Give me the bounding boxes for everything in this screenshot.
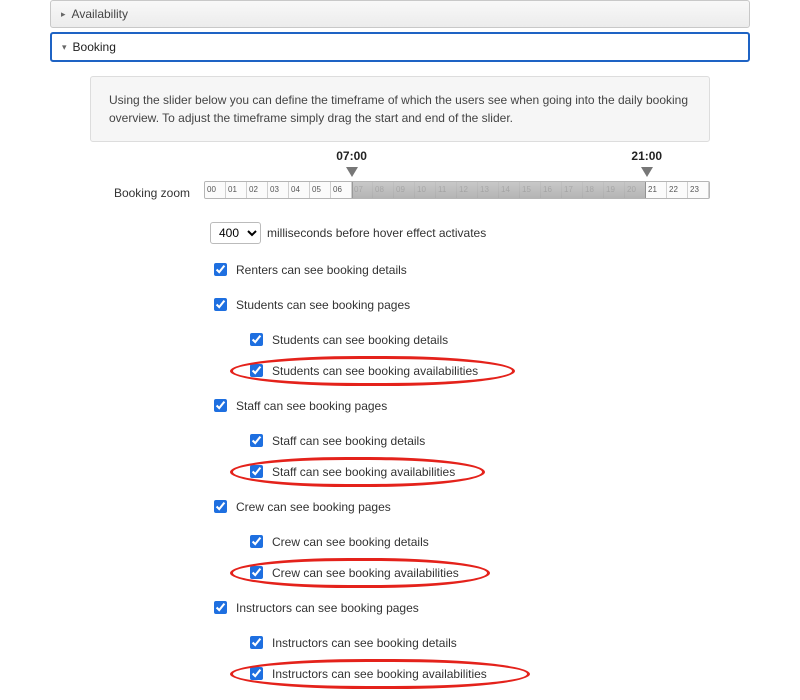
hover-delay-select[interactable]: 400 — [210, 222, 261, 244]
accordion-booking[interactable]: ▾ Booking — [50, 32, 750, 62]
hour-cell: 23 — [688, 182, 709, 198]
hour-cell: 06 — [331, 182, 352, 198]
staff-avail-label: Staff can see booking availabilities — [272, 465, 455, 479]
accordion-availability[interactable]: ▸ Availability — [50, 0, 750, 28]
instructors-details-label: Instructors can see booking details — [272, 636, 457, 650]
hour-cell: 21 — [646, 182, 667, 198]
slider-handle-end[interactable] — [641, 167, 653, 177]
students-details-checkbox[interactable] — [250, 333, 263, 346]
slider-handle-start[interactable] — [346, 167, 358, 177]
help-text: Using the slider below you can define th… — [90, 76, 710, 142]
hour-cell: 00 — [205, 182, 226, 198]
crew-details-label: Crew can see booking details — [272, 535, 429, 549]
renters-details-checkbox[interactable] — [214, 263, 227, 276]
staff-details-label: Staff can see booking details — [272, 434, 425, 448]
students-avail-checkbox[interactable] — [250, 364, 263, 377]
hover-delay-unit: milliseconds before hover effect activat… — [267, 226, 486, 240]
crew-details-checkbox[interactable] — [250, 535, 263, 548]
staff-pages-checkbox[interactable] — [214, 399, 227, 412]
slider-start-time: 07:00 — [336, 149, 367, 163]
slider-range-overlay — [352, 182, 646, 198]
hour-cell: 03 — [268, 182, 289, 198]
hour-cell: 22 — [667, 182, 688, 198]
staff-pages-label: Staff can see booking pages — [236, 399, 387, 413]
hour-cell: 01 — [226, 182, 247, 198]
instructors-avail-checkbox[interactable] — [250, 667, 263, 680]
accordion-availability-label: Availability — [72, 7, 128, 21]
crew-avail-checkbox[interactable] — [250, 566, 263, 579]
booking-zoom-label: Booking zoom — [90, 180, 190, 200]
staff-details-checkbox[interactable] — [250, 434, 263, 447]
crew-avail-label: Crew can see booking availabilities — [272, 566, 459, 580]
accordion-booking-label: Booking — [73, 40, 116, 54]
hour-cell: 04 — [289, 182, 310, 198]
chevron-right-icon: ▸ — [61, 9, 66, 20]
renters-details-label: Renters can see booking details — [236, 263, 407, 277]
instructors-details-checkbox[interactable] — [250, 636, 263, 649]
instructors-pages-checkbox[interactable] — [214, 601, 227, 614]
slider-end-time: 21:00 — [631, 149, 662, 163]
staff-avail-checkbox[interactable] — [250, 465, 263, 478]
crew-pages-label: Crew can see booking pages — [236, 500, 391, 514]
hour-cell: 05 — [310, 182, 331, 198]
hour-cell: 02 — [247, 182, 268, 198]
chevron-down-icon: ▾ — [62, 42, 67, 53]
hour-track: 0001020304050607080910111213141516171819… — [204, 181, 710, 199]
crew-pages-checkbox[interactable] — [214, 500, 227, 513]
students-pages-label: Students can see booking pages — [236, 298, 410, 312]
students-pages-checkbox[interactable] — [214, 298, 227, 311]
instructors-avail-label: Instructors can see booking availabiliti… — [272, 667, 487, 681]
instructors-pages-label: Instructors can see booking pages — [236, 601, 419, 615]
students-avail-label: Students can see booking availabilities — [272, 364, 478, 378]
booking-zoom-slider[interactable]: 07:00 21:00 0001020304050607080910111213… — [204, 181, 710, 199]
students-details-label: Students can see booking details — [272, 333, 448, 347]
